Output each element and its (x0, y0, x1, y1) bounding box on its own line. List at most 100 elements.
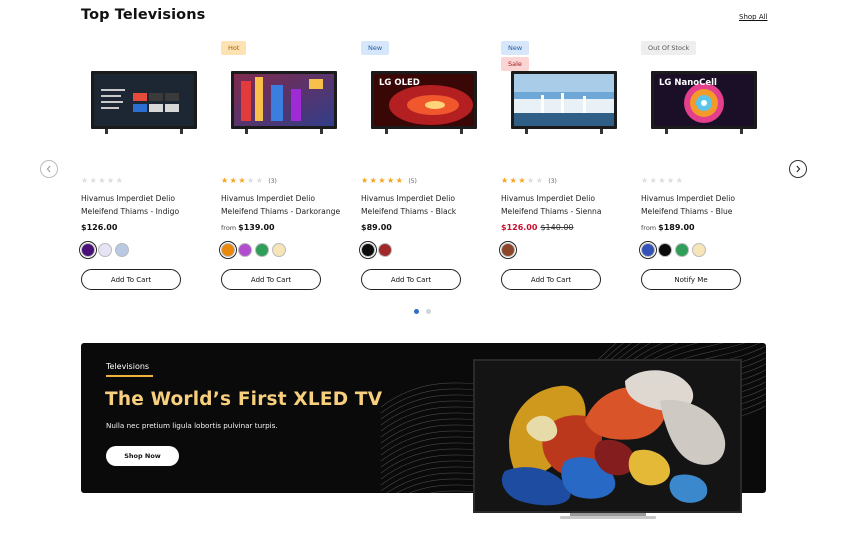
product-name[interactable]: Hivamus Imperdiet Delio Meleifend Thiams… (361, 192, 496, 218)
screen-brand-label: LG NanoCell (659, 78, 717, 88)
product-card: New Sale ★ ★ ★ ★ ★ (3) Hivamus Imperdiet Delio… (499, 40, 631, 300)
star-icon: ★ (229, 176, 237, 185)
star-icon: ★ (395, 176, 403, 185)
color-swatches (359, 241, 392, 259)
product-name-line: Hivamus Imperdiet Delio (641, 194, 736, 203)
product-image[interactable] (231, 71, 337, 134)
shop-now-button[interactable]: Shop Now (106, 446, 179, 466)
product-image[interactable] (91, 71, 197, 134)
price-from-label: from (221, 224, 237, 232)
product-name-line: Meleifend Thiams - Darkorange (221, 207, 341, 216)
product-name-line: Hivamus Imperdiet Delio (81, 194, 176, 203)
chevron-right-icon (796, 165, 801, 173)
add-to-cart-button[interactable]: Add To Cart (81, 269, 181, 290)
color-swatch[interactable] (378, 243, 392, 257)
carousel-prev-button[interactable] (40, 160, 58, 178)
star-rating: ★ ★ ★ ★ ★ (5) (361, 177, 417, 185)
color-swatch[interactable] (98, 243, 112, 257)
product-price: from $189.00 (641, 223, 695, 232)
star-icon: ★ (221, 176, 229, 185)
color-swatch[interactable] (359, 241, 377, 259)
banner-category-underline (106, 375, 153, 377)
product-name-line: Hivamus Imperdiet Delio (361, 194, 456, 203)
notify-me-button[interactable]: Notify Me (641, 269, 741, 290)
badge-group: New (361, 41, 390, 57)
product-name[interactable]: Hivamus Imperdiet Delio Meleifend Thiams… (641, 192, 776, 218)
star-icon: ★ (675, 176, 683, 185)
pagination-dot-1[interactable] (414, 309, 419, 314)
star-rating: ★ ★ ★ ★ ★ (3) (501, 177, 557, 185)
star-icon: ★ (255, 176, 263, 185)
banner-category: Televisions (106, 362, 150, 371)
badge-group: Hot (221, 41, 247, 57)
current-price: $89.00 (361, 223, 392, 232)
star-icon: ★ (667, 176, 675, 185)
current-price: $126.00 (81, 223, 118, 232)
product-price: $126.00 (81, 223, 117, 232)
star-icon: ★ (501, 176, 509, 185)
star-rating: ★ ★ ★ ★ ★ (81, 177, 128, 185)
badge-sale: Sale (501, 57, 529, 71)
product-card: New LG OLED ★ ★ ★ ★ ★ (5) Hivamus Imperdiet D… (359, 40, 491, 300)
star-icon: ★ (509, 176, 517, 185)
badge-hot: Hot (221, 41, 247, 55)
product-name[interactable]: Hivamus Imperdiet Delio Meleifend Thiams… (221, 192, 356, 218)
product-name[interactable]: Hivamus Imperdiet Delio Meleifend Thiams… (501, 192, 636, 218)
badge-oos: Out Of Stock (641, 41, 697, 55)
section-title: Top Televisions (81, 7, 206, 23)
color-swatch[interactable] (639, 241, 657, 259)
add-to-cart-button[interactable]: Add To Cart (501, 269, 601, 290)
product-image[interactable]: LG NanoCell (651, 71, 757, 134)
color-swatch[interactable] (115, 243, 129, 257)
color-swatch[interactable] (658, 243, 672, 257)
screen-brand-label: LG OLED (379, 78, 420, 88)
pagination-dot-2[interactable] (426, 309, 431, 314)
star-icon: ★ (89, 176, 97, 185)
product-image[interactable] (511, 71, 617, 134)
carousel-pagination (414, 309, 431, 314)
star-icon: ★ (641, 176, 649, 185)
color-swatches (219, 241, 286, 259)
current-price: $139.00 (238, 223, 275, 232)
color-swatch[interactable] (272, 243, 286, 257)
banner-title: The World’s First XLED TV (105, 389, 383, 410)
color-swatch[interactable] (219, 241, 237, 259)
banner-subtitle: Nulla nec pretium ligula lobortis pulvin… (106, 421, 278, 430)
star-icon: ★ (527, 176, 535, 185)
color-swatch[interactable] (79, 241, 97, 259)
product-image[interactable]: LG OLED (371, 71, 477, 134)
color-swatch[interactable] (692, 243, 706, 257)
star-icon: ★ (387, 176, 395, 185)
current-price: $189.00 (658, 223, 695, 232)
star-icon: ★ (649, 176, 657, 185)
add-to-cart-button[interactable]: Add To Cart (361, 269, 461, 290)
color-swatches (499, 241, 517, 259)
star-icon: ★ (107, 176, 115, 185)
carousel-next-button[interactable] (789, 160, 807, 178)
tv-stand (560, 513, 656, 519)
product-name[interactable]: Hivamus Imperdiet Delio Meleifend Thiams… (81, 192, 216, 218)
product-card: Hot ★ ★ ★ ★ ★ (3) Hivamus Imperdiet Delio Mel… (219, 40, 351, 300)
star-rating: ★ ★ ★ ★ ★ (3) (221, 177, 277, 185)
add-to-cart-button[interactable]: Add To Cart (221, 269, 321, 290)
price-from-label: from (641, 224, 657, 232)
star-icon: ★ (115, 176, 123, 185)
color-swatch[interactable] (238, 243, 252, 257)
chevron-left-icon (46, 165, 51, 173)
review-count: (3) (268, 177, 277, 185)
star-icon: ★ (535, 176, 543, 185)
color-swatch[interactable] (499, 241, 517, 259)
color-swatch[interactable] (255, 243, 269, 257)
star-icon: ★ (98, 176, 106, 185)
product-name-line: Hivamus Imperdiet Delio (221, 194, 316, 203)
shop-all-link[interactable]: Shop All (739, 13, 768, 21)
star-icon: ★ (247, 176, 255, 185)
star-icon: ★ (518, 176, 526, 185)
star-icon: ★ (658, 176, 666, 185)
color-swatch[interactable] (675, 243, 689, 257)
star-icon: ★ (81, 176, 89, 185)
product-price: from $139.00 (221, 223, 275, 232)
product-name-line: Meleifend Thiams - Blue (641, 207, 733, 216)
badge-group: New Sale (501, 41, 530, 73)
hero-tv-image (473, 359, 742, 513)
